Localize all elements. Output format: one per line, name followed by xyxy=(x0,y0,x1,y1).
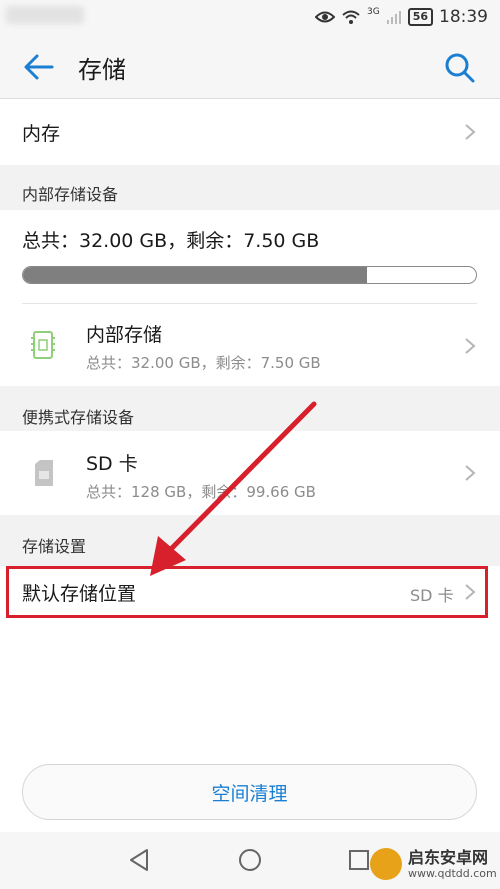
watermark: 启东安卓网 www.qdtdd.com xyxy=(370,848,497,880)
portable-storage-section-title: 便携式存储设备 xyxy=(22,408,135,427)
battery-indicator: 56 xyxy=(407,8,433,26)
nav-home-icon[interactable] xyxy=(238,848,262,872)
status-time: 18:39 xyxy=(439,7,488,27)
chip-icon xyxy=(31,331,55,359)
space-cleanup-button[interactable]: 空间清理 xyxy=(22,764,477,820)
network-type: 3G xyxy=(366,7,380,17)
signal-icon xyxy=(386,11,401,24)
nav-recents-icon[interactable] xyxy=(348,849,370,871)
watermark-logo xyxy=(370,848,402,880)
usage-bar-fill xyxy=(23,267,368,283)
internal-storage-row[interactable]: 内部存储 总共：32.00 GB，剩余：7.50 GB xyxy=(0,304,500,386)
chevron-right-icon xyxy=(465,465,476,481)
chevron-right-icon xyxy=(465,124,476,140)
sd-card-row[interactable]: SD 卡 总共：128 GB，剩余：99.66 GB xyxy=(0,431,500,515)
annotation-highlight-box xyxy=(6,566,488,618)
internal-storage-summary: 总共：32.00 GB，剩余：7.50 GB xyxy=(22,230,320,252)
sd-card-detail: 总共：128 GB，剩余：99.66 GB xyxy=(86,483,316,501)
sd-card-name: SD 卡 xyxy=(86,453,138,475)
wifi-icon xyxy=(342,10,360,24)
eye-icon xyxy=(314,11,335,23)
internal-storage-name: 内部存储 xyxy=(86,324,163,346)
nav-back-icon[interactable] xyxy=(128,848,150,872)
internal-storage-detail: 总共：32.00 GB，剩余：7.50 GB xyxy=(86,354,321,372)
search-icon[interactable] xyxy=(442,50,476,84)
chevron-right-icon xyxy=(465,338,476,354)
action-bar xyxy=(0,34,500,99)
status-icons: 3G 56 18:39 xyxy=(314,6,488,28)
blurred-notification-area xyxy=(6,6,84,24)
storage-settings-section-title: 存储设置 xyxy=(22,537,87,556)
memory-row[interactable]: 内存 xyxy=(0,99,500,165)
memory-label: 内存 xyxy=(22,123,61,145)
internal-storage-usage-bar xyxy=(22,266,477,284)
watermark-text: 启东安卓网 xyxy=(408,847,489,867)
sd-card-icon xyxy=(35,460,53,486)
internal-storage-section-title: 内部存储设备 xyxy=(22,185,119,204)
page-title: 存储 xyxy=(78,56,126,84)
watermark-url: www.qdtdd.com xyxy=(408,866,497,880)
back-arrow-icon[interactable] xyxy=(22,52,56,82)
